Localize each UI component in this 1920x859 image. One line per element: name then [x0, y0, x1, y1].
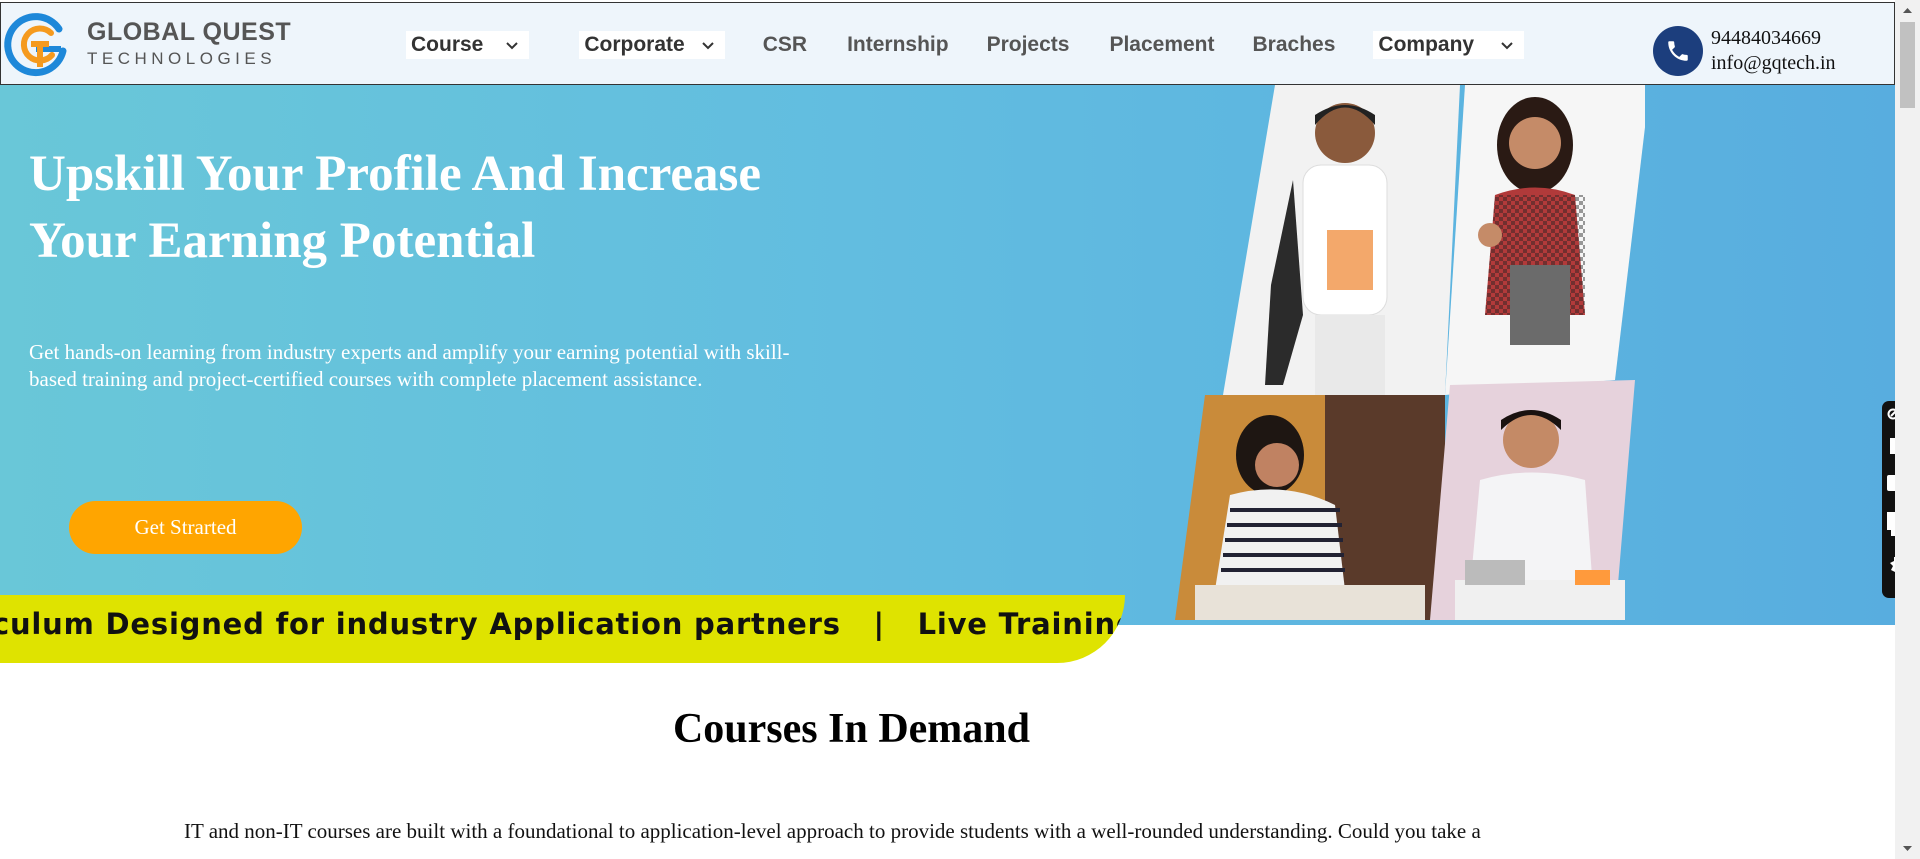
- ticker-text: culum Designed for industry Application …: [0, 607, 1125, 641]
- scroll-up-arrow-icon[interactable]: [1901, 4, 1914, 17]
- courses-section-description: IT and non-IT courses are built with a f…: [184, 819, 1481, 843]
- contact-phone[interactable]: 94484034669: [1711, 26, 1836, 51]
- phone-icon[interactable]: [1653, 26, 1703, 76]
- brand-logo[interactable]: GLOBAL QUEST TECHNOLOGIES: [3, 11, 291, 77]
- nav-company[interactable]: Company: [1373, 3, 1525, 86]
- main-nav: Course Corporate CSR Internship Projects…: [406, 3, 1525, 86]
- nav-projects[interactable]: Projects: [987, 3, 1070, 86]
- student-photos-collage: [1175, 85, 1645, 620]
- gqt-logo-icon: [4, 13, 67, 77]
- announcement-ticker: culum Designed for industry Application …: [0, 595, 1125, 663]
- nav-corporate[interactable]: Corporate: [579, 3, 725, 86]
- site-header: GLOBAL QUEST TECHNOLOGIES Course Corpora…: [0, 2, 1895, 85]
- nav-company-label: Company: [1378, 32, 1475, 56]
- nav-csr[interactable]: CSR: [763, 3, 807, 86]
- nav-braches-label: Braches: [1252, 32, 1336, 56]
- chevron-down-icon: [506, 41, 519, 49]
- nav-csr-label: CSR: [762, 32, 808, 56]
- hero-banner: Upskill Your Profile And Increase Your E…: [0, 85, 1895, 625]
- contact-email[interactable]: info@gqtech.in: [1711, 51, 1836, 76]
- nav-course-label: Course: [411, 32, 484, 56]
- nav-placement-label: Placement: [1109, 32, 1215, 56]
- contact-info: 94484034669 info@gqtech.in: [1653, 26, 1836, 76]
- brand-name: GLOBAL QUEST: [87, 18, 292, 46]
- nav-internship-label: Internship: [847, 32, 949, 56]
- chevron-down-icon: [1501, 41, 1513, 49]
- nav-internship[interactable]: Internship: [847, 3, 949, 86]
- get-started-button[interactable]: Get Strarted: [69, 501, 302, 554]
- scrollbar-thumb[interactable]: [1900, 22, 1915, 108]
- chevron-down-icon: [702, 41, 714, 49]
- nav-braches[interactable]: Braches: [1253, 3, 1336, 86]
- nav-course[interactable]: Course: [406, 3, 530, 86]
- nav-corporate-label: Corporate: [584, 32, 685, 56]
- brand-subtitle: TECHNOLOGIES: [87, 49, 277, 68]
- scroll-down-arrow-icon[interactable]: [1901, 842, 1914, 855]
- page-scrollbar[interactable]: [1895, 0, 1920, 859]
- courses-section-title: Courses In Demand: [672, 706, 1031, 752]
- hero-title: Upskill Your Profile And Increase Your E…: [29, 146, 762, 269]
- nav-projects-label: Projects: [986, 32, 1070, 56]
- nav-placement[interactable]: Placement: [1109, 3, 1214, 86]
- hero-description: Get hands-on learning from industry expe…: [29, 340, 790, 391]
